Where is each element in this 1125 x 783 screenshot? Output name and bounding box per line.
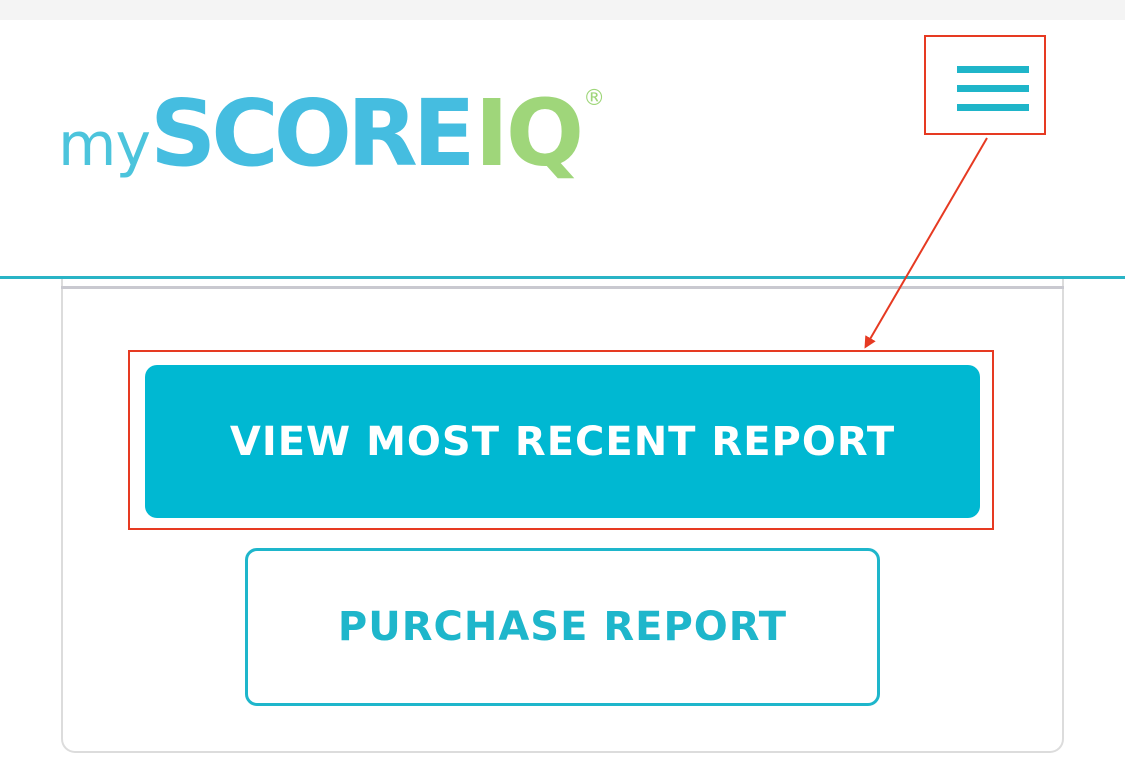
purchase-report-button[interactable]: PURCHASE REPORT: [245, 548, 880, 706]
view-most-recent-report-button[interactable]: VIEW MOST RECENT REPORT: [145, 365, 980, 518]
menu-bar-top: [957, 66, 1029, 73]
logo-score-text: SCORE: [149, 80, 476, 187]
myscoreiq-logo[interactable]: my SCORE IQ ®: [58, 80, 606, 208]
logo-iq-text: IQ: [474, 80, 584, 187]
menu-bar-bottom: [957, 104, 1029, 111]
page: my SCORE IQ ® VIEW MOST RECENT REPORT PU…: [0, 0, 1125, 783]
top-status-strip: [0, 0, 1125, 20]
hamburger-menu-button[interactable]: [924, 35, 1046, 135]
logo-my-text: my: [58, 110, 151, 180]
menu-bar-middle: [957, 85, 1029, 92]
card-divider: [61, 286, 1064, 289]
site-header: my SCORE IQ ®: [0, 20, 1125, 279]
registered-mark: ®: [583, 86, 606, 111]
